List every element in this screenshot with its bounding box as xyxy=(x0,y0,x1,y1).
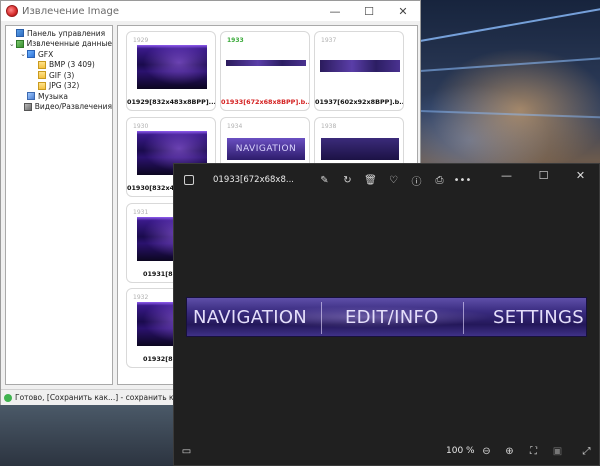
edit-image-icon[interactable]: ✎ xyxy=(313,168,336,192)
image-label-edit-info: EDIT/INFO xyxy=(345,306,439,328)
fit-to-window-icon[interactable]: ⛶ xyxy=(522,439,545,463)
viewer-close-button[interactable]: ✕ xyxy=(562,164,599,186)
bridge-deck xyxy=(419,110,600,119)
tree-item-label: Панель управления xyxy=(27,28,106,38)
tree-item[interactable]: ⌄ GFX xyxy=(6,49,112,60)
delete-icon[interactable]: 🗑 xyxy=(359,168,382,192)
thumbnail-caption: 01929[832x483x8BPP]... xyxy=(127,98,215,106)
print-icon[interactable]: ⎙ xyxy=(428,168,451,192)
thumbnail-number: 1934 xyxy=(227,123,243,130)
app-icon xyxy=(6,5,18,17)
zoom-in-icon[interactable]: ⊕ xyxy=(498,439,521,463)
thumbnail-number: 1929 xyxy=(133,37,149,44)
status-ok-icon xyxy=(4,393,12,402)
fullscreen-icon[interactable]: ⤢ xyxy=(575,439,598,463)
tree-expander-icon[interactable]: ⌄ xyxy=(19,50,27,58)
thumbnail-caption: 01933[672x68x8BPP].b... xyxy=(221,98,309,106)
folder-icon xyxy=(38,60,46,69)
tree-item[interactable]: ⌄ Извлеченные данные xyxy=(6,39,112,50)
image-label-navigation: NAVIGATION xyxy=(193,306,308,328)
close-button[interactable]: ✕ xyxy=(386,1,420,21)
thumbnail-number: 1938 xyxy=(321,123,337,130)
thumbnail-number: 1931 xyxy=(133,209,149,216)
zoom-level: 100 % xyxy=(446,446,475,456)
thumbnail-number: 1937 xyxy=(321,37,337,44)
gfx-icon xyxy=(27,50,35,59)
thumbnail-image xyxy=(321,138,399,160)
tree-item-label: BMP (3 409) xyxy=(49,60,95,70)
image-viewer-window: 01933[672x68x8... ✎ ↻ 🗑 ♡ ⓘ ⎙ ••• — ☐ ✕ NAVIGA… xyxy=(173,163,600,466)
thumbnail-image xyxy=(137,45,207,89)
tree-item[interactable]: GIF (3) xyxy=(6,70,112,81)
favorite-icon[interactable]: ♡ xyxy=(382,168,405,192)
tree-item[interactable]: Музыка xyxy=(6,91,112,102)
music-icon xyxy=(27,92,35,101)
thumbnail-image xyxy=(320,60,400,72)
actual-size-icon[interactable]: ▣ xyxy=(546,439,569,463)
filmstrip-icon[interactable]: ▭ xyxy=(175,439,198,463)
image-separator xyxy=(321,302,322,334)
viewer-titlebar[interactable]: 01933[672x68x8... ✎ ↻ 🗑 ♡ ⓘ ⎙ ••• — ☐ ✕ xyxy=(174,164,599,196)
tree-item-label: Музыка xyxy=(38,91,68,101)
extracted-data-icon xyxy=(15,39,24,48)
viewer-maximize-button[interactable]: ☐ xyxy=(525,164,562,186)
viewer-minimize-button[interactable]: — xyxy=(488,164,525,186)
image-label-settings: SETTINGS xyxy=(493,306,585,328)
tree-item[interactable]: Панель управления xyxy=(6,28,112,39)
thumbnail-number: 1933 xyxy=(227,37,244,44)
folder-icon xyxy=(38,81,46,90)
tree-expander-icon[interactable]: ⌄ xyxy=(8,40,16,48)
thumbnail-caption: 01937[602x92x8BPP].b... xyxy=(315,98,403,106)
bridge-cable xyxy=(419,7,600,42)
tree-item[interactable]: JPG (32) xyxy=(6,81,112,92)
rotate-icon[interactable]: ↻ xyxy=(336,168,359,192)
thumbnail-card[interactable]: 1937 01937[602x92x8BPP].b... xyxy=(314,31,404,111)
maximize-button[interactable]: ☐ xyxy=(352,1,386,21)
minimize-button[interactable]: — xyxy=(318,1,352,21)
displayed-image: NAVIGATION EDIT/INFO SETTINGS xyxy=(186,297,587,337)
tree-item[interactable]: Видео/Развлечения xyxy=(6,102,112,113)
viewer-window-buttons: — ☐ ✕ xyxy=(488,164,599,186)
tree-item-label: Видео/Развлечения xyxy=(34,102,112,112)
tree-item-label: GFX xyxy=(38,49,54,59)
more-icon[interactable]: ••• xyxy=(451,168,474,192)
tree-item-label: JPG (32) xyxy=(49,81,80,91)
extractor-titlebar[interactable]: Извлечение Image — ☐ ✕ xyxy=(1,1,420,21)
tree-item[interactable]: BMP (3 409) xyxy=(6,60,112,71)
folder-icon xyxy=(38,71,46,80)
thumbnail-card[interactable]: 1933 01933[672x68x8BPP].b... xyxy=(220,31,310,111)
viewer-filename: 01933[672x68x8... xyxy=(213,175,293,185)
control-panel-icon xyxy=(16,29,24,38)
tree-item-label: Извлеченные данные xyxy=(26,39,112,49)
thumbnail-number: 1932 xyxy=(133,294,149,301)
bridge-cable xyxy=(419,56,600,72)
thumbnail-image xyxy=(226,60,306,66)
thumbnail-number: 1930 xyxy=(133,123,149,130)
image-separator xyxy=(463,302,464,334)
info-icon[interactable]: ⓘ xyxy=(405,168,428,192)
navigation-tree: Панель управления ⌄ Извлеченные данные ⌄ GFX… xyxy=(5,25,113,385)
photos-app-icon xyxy=(184,175,194,185)
thumbnail-image: NAVIGATION xyxy=(227,138,305,160)
zoom-out-icon[interactable]: ⊖ xyxy=(475,439,498,463)
thumbnail-card[interactable]: 1929 01929[832x483x8BPP]... xyxy=(126,31,216,111)
viewer-bottom-bar: ▭ 100 % ⊖ ⊕ ⛶ ▣ ⤢ xyxy=(174,437,599,465)
viewer-toolbar: ✎ ↻ 🗑 ♡ ⓘ ⎙ ••• xyxy=(313,168,474,192)
tree-item-label: GIF (3) xyxy=(49,70,75,80)
video-icon xyxy=(23,102,32,111)
window-title: Извлечение Image xyxy=(22,5,119,17)
